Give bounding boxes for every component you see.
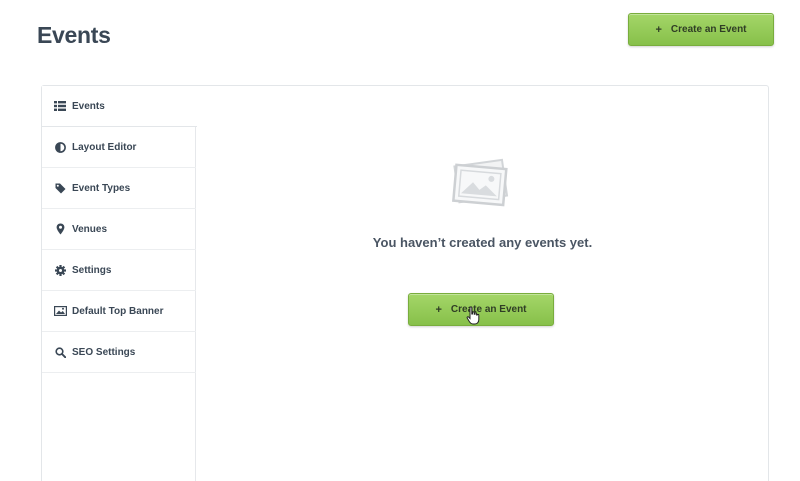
sidebar-item-settings[interactable]: Settings <box>42 250 196 291</box>
plus-icon: + <box>435 303 442 316</box>
search-icon <box>53 345 67 359</box>
sidebar-item-label: Venues <box>72 223 108 235</box>
sidebar-item-event-types[interactable]: Event Types <box>42 168 196 209</box>
create-event-button-header[interactable]: + Create an Event <box>628 13 774 46</box>
page-title: Events <box>37 22 111 48</box>
sidebar-item-label: SEO Settings <box>72 346 136 358</box>
sidebar-item-seo-settings[interactable]: SEO Settings <box>42 332 196 373</box>
contrast-icon <box>53 140 67 154</box>
photos-placeholder-icon <box>447 157 515 209</box>
create-event-button-label: Create an Event <box>670 24 747 35</box>
sidebar-item-label: Default Top Banner <box>72 305 164 317</box>
image-icon <box>53 304 67 318</box>
tag-icon <box>53 181 67 195</box>
create-event-button[interactable]: + Create an Event <box>408 293 554 326</box>
create-event-button-label: Create an Event <box>450 304 527 315</box>
sidebar-item-events[interactable]: Events <box>42 86 197 127</box>
sidebar-item-label: Events <box>72 100 105 112</box>
sidebar-item-label: Settings <box>72 264 112 276</box>
sidebar-item-layout-editor[interactable]: Layout Editor <box>42 127 196 168</box>
events-page: Events + Create an Event Events Layout E… <box>0 0 800 481</box>
list-icon <box>53 99 67 113</box>
sidebar-nav: Events Layout Editor Event Types Venues … <box>42 86 197 481</box>
gear-icon <box>53 263 67 277</box>
events-panel: Events Layout Editor Event Types Venues … <box>41 85 769 481</box>
sidebar-item-default-top-banner[interactable]: Default Top Banner <box>42 291 196 332</box>
map-pin-icon <box>53 222 67 236</box>
plus-icon: + <box>655 23 662 36</box>
sidebar-item-label: Event Types <box>72 182 131 194</box>
empty-state-message: You haven’t created any events yet. <box>372 235 593 250</box>
sidebar-item-label: Layout Editor <box>72 141 137 153</box>
sidebar-item-venues[interactable]: Venues <box>42 209 196 250</box>
